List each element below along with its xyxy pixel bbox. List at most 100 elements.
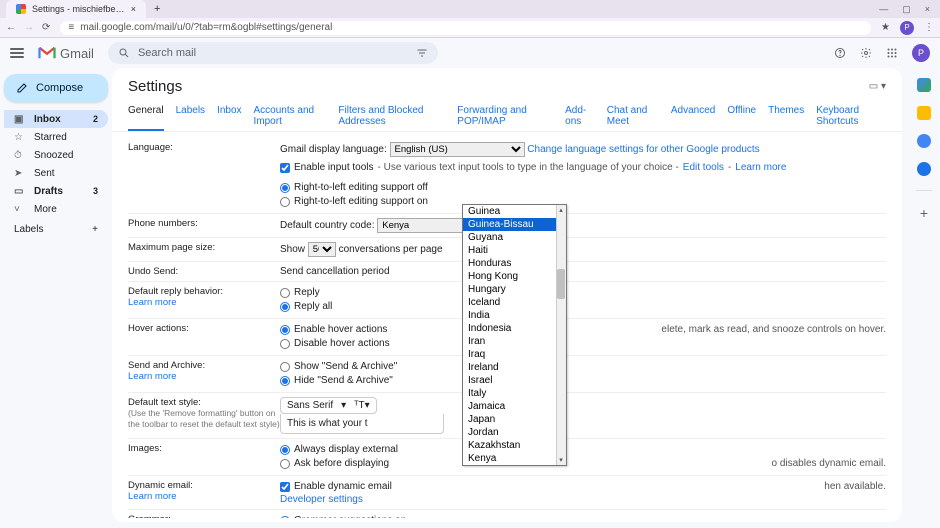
scroll-thumb[interactable] [557, 269, 565, 299]
support-icon[interactable] [834, 47, 846, 59]
country-option[interactable]: Hong Kong [463, 270, 566, 283]
country-option[interactable]: Iceland [463, 296, 566, 309]
tab-filters-and-blocked-addresses[interactable]: Filters and Blocked Addresses [338, 101, 445, 131]
window-maximize-icon[interactable]: ▢ [902, 4, 911, 15]
country-option[interactable]: Haiti [463, 244, 566, 257]
country-option[interactable]: Iran [463, 335, 566, 348]
sidebar-item-snoozed[interactable]: ⏱Snoozed [4, 146, 108, 164]
window-minimize-icon[interactable]: — [879, 4, 888, 15]
tab-inbox[interactable]: Inbox [217, 101, 241, 131]
country-option[interactable]: Guinea [463, 205, 566, 218]
tab-offline[interactable]: Offline [727, 101, 756, 131]
hover-disable-radio[interactable] [280, 339, 290, 349]
country-option[interactable]: Jordan [463, 426, 566, 439]
country-code-dropdown[interactable]: GuineaGuinea-BissauGuyanaHaitiHondurasHo… [462, 204, 567, 466]
reply-radio[interactable] [280, 288, 290, 298]
dropdown-scrollbar[interactable]: ▴ ▾ [556, 205, 566, 465]
country-option[interactable]: Jamaica [463, 400, 566, 413]
country-option[interactable]: Ireland [463, 361, 566, 374]
nav-icon: ˅ [14, 204, 24, 215]
browser-tab[interactable]: Settings - mischiefbedlam@gm × [6, 0, 146, 18]
rtl-on-radio[interactable] [280, 197, 290, 207]
hover-enable-radio[interactable] [280, 325, 290, 335]
tab-chat-and-meet[interactable]: Chat and Meet [607, 101, 659, 131]
reply-all-radio[interactable] [280, 302, 290, 312]
edit-tools-link[interactable]: Edit tools [683, 161, 724, 175]
account-avatar[interactable]: P [912, 44, 930, 62]
tab-themes[interactable]: Themes [768, 101, 804, 131]
grammar-on-radio[interactable] [280, 516, 290, 518]
country-option[interactable]: Kenya [463, 452, 566, 465]
search-bar[interactable]: Search mail [108, 42, 438, 64]
main-menu-icon[interactable] [10, 48, 24, 58]
tab-labels[interactable]: Labels [176, 101, 205, 131]
extensions-icon[interactable]: ★ [881, 22, 890, 33]
country-option[interactable]: Indonesia [463, 322, 566, 335]
sidebar-item-starred[interactable]: ☆Starred [4, 128, 108, 146]
country-option[interactable]: Honduras [463, 257, 566, 270]
search-options-icon[interactable] [416, 47, 428, 59]
dynamic-learn[interactable]: Learn more [128, 491, 177, 502]
nav-back-icon[interactable]: ← [6, 22, 16, 33]
hover-enable-label: Enable hover actions [294, 323, 387, 337]
font-family-select[interactable]: Sans Serif [287, 400, 333, 411]
tab-close-icon[interactable]: × [131, 4, 136, 14]
new-tab-button[interactable]: + [146, 3, 168, 15]
reply-learn-more[interactable]: Learn more [128, 297, 177, 308]
tab-accounts-and-import[interactable]: Accounts and Import [254, 101, 327, 131]
sa-show-radio[interactable] [280, 362, 290, 372]
add-label-icon[interactable]: + [92, 224, 98, 235]
tasks-icon[interactable] [917, 134, 931, 148]
change-language-link[interactable]: Change language settings for other Googl… [527, 144, 759, 155]
display-language-select[interactable]: English (US) [390, 142, 525, 157]
font-size-icon[interactable]: ᵀT▾ [354, 400, 369, 411]
site-info-icon[interactable]: ≡ [68, 22, 74, 33]
sidebar-item-inbox[interactable]: ▣Inbox2 [4, 110, 108, 128]
tab-keyboard-shortcuts[interactable]: Keyboard Shortcuts [816, 101, 886, 131]
get-addons-icon[interactable]: + [916, 205, 932, 221]
tab-add-ons[interactable]: Add-ons [565, 101, 595, 131]
country-option[interactable]: Japan [463, 413, 566, 426]
browser-menu-icon[interactable]: ⋮ [924, 22, 934, 33]
window-close-icon[interactable]: × [925, 4, 930, 15]
country-option[interactable]: Guyana [463, 231, 566, 244]
sidebar-item-drafts[interactable]: ▭Drafts3 [4, 182, 108, 200]
country-option[interactable]: Italy [463, 387, 566, 400]
calendar-icon[interactable] [917, 78, 931, 92]
contacts-icon[interactable] [917, 162, 931, 176]
compose-button[interactable]: Compose [4, 74, 108, 102]
enable-input-tools-checkbox[interactable] [280, 163, 290, 173]
scroll-down-icon[interactable]: ▾ [556, 455, 566, 465]
settings-panel: Settings ▭ ▾ GeneralLabelsInboxAccounts … [112, 68, 902, 522]
learn-more-link[interactable]: Learn more [735, 161, 786, 175]
country-option[interactable]: Hungary [463, 283, 566, 296]
nav-reload-icon[interactable]: ⟳ [42, 22, 50, 33]
dynamic-enable-checkbox[interactable] [280, 482, 290, 492]
country-option[interactable]: Kazakhstan [463, 439, 566, 452]
scroll-up-icon[interactable]: ▴ [556, 205, 566, 215]
country-option[interactable]: Iraq [463, 348, 566, 361]
country-option[interactable]: Guinea-Bissau [463, 218, 566, 231]
url-field[interactable]: ≡ mail.google.com/mail/u/0/?tab=rm&ogbl#… [60, 21, 871, 35]
pagesize-select[interactable]: 50 [308, 242, 336, 257]
density-toggle[interactable]: ▭ ▾ [869, 81, 886, 92]
font-toolbar[interactable]: Sans Serif▾ ᵀT▾ [280, 397, 377, 414]
sa-hide-radio[interactable] [280, 376, 290, 386]
rtl-off-radio[interactable] [280, 183, 290, 193]
images-ask-radio[interactable] [280, 459, 290, 469]
tab-general[interactable]: General [128, 101, 164, 131]
sidebar-item-more[interactable]: ˅More [4, 200, 108, 218]
browser-profile-avatar[interactable]: P [900, 21, 914, 35]
images-always-radio[interactable] [280, 445, 290, 455]
developer-settings-link[interactable]: Developer settings [280, 494, 363, 505]
country-option[interactable]: Israel [463, 374, 566, 387]
tab-advanced[interactable]: Advanced [671, 101, 715, 131]
tab-forwarding-and-pop-imap[interactable]: Forwarding and POP/IMAP [457, 101, 553, 131]
settings-gear-icon[interactable] [860, 47, 872, 59]
keep-icon[interactable] [917, 106, 931, 120]
gmail-logo[interactable]: Gmail [38, 46, 94, 61]
sidebar-item-sent[interactable]: ➤Sent [4, 164, 108, 182]
google-apps-icon[interactable] [886, 47, 898, 59]
country-option[interactable]: India [463, 309, 566, 322]
sendarchive-learn[interactable]: Learn more [128, 371, 177, 382]
